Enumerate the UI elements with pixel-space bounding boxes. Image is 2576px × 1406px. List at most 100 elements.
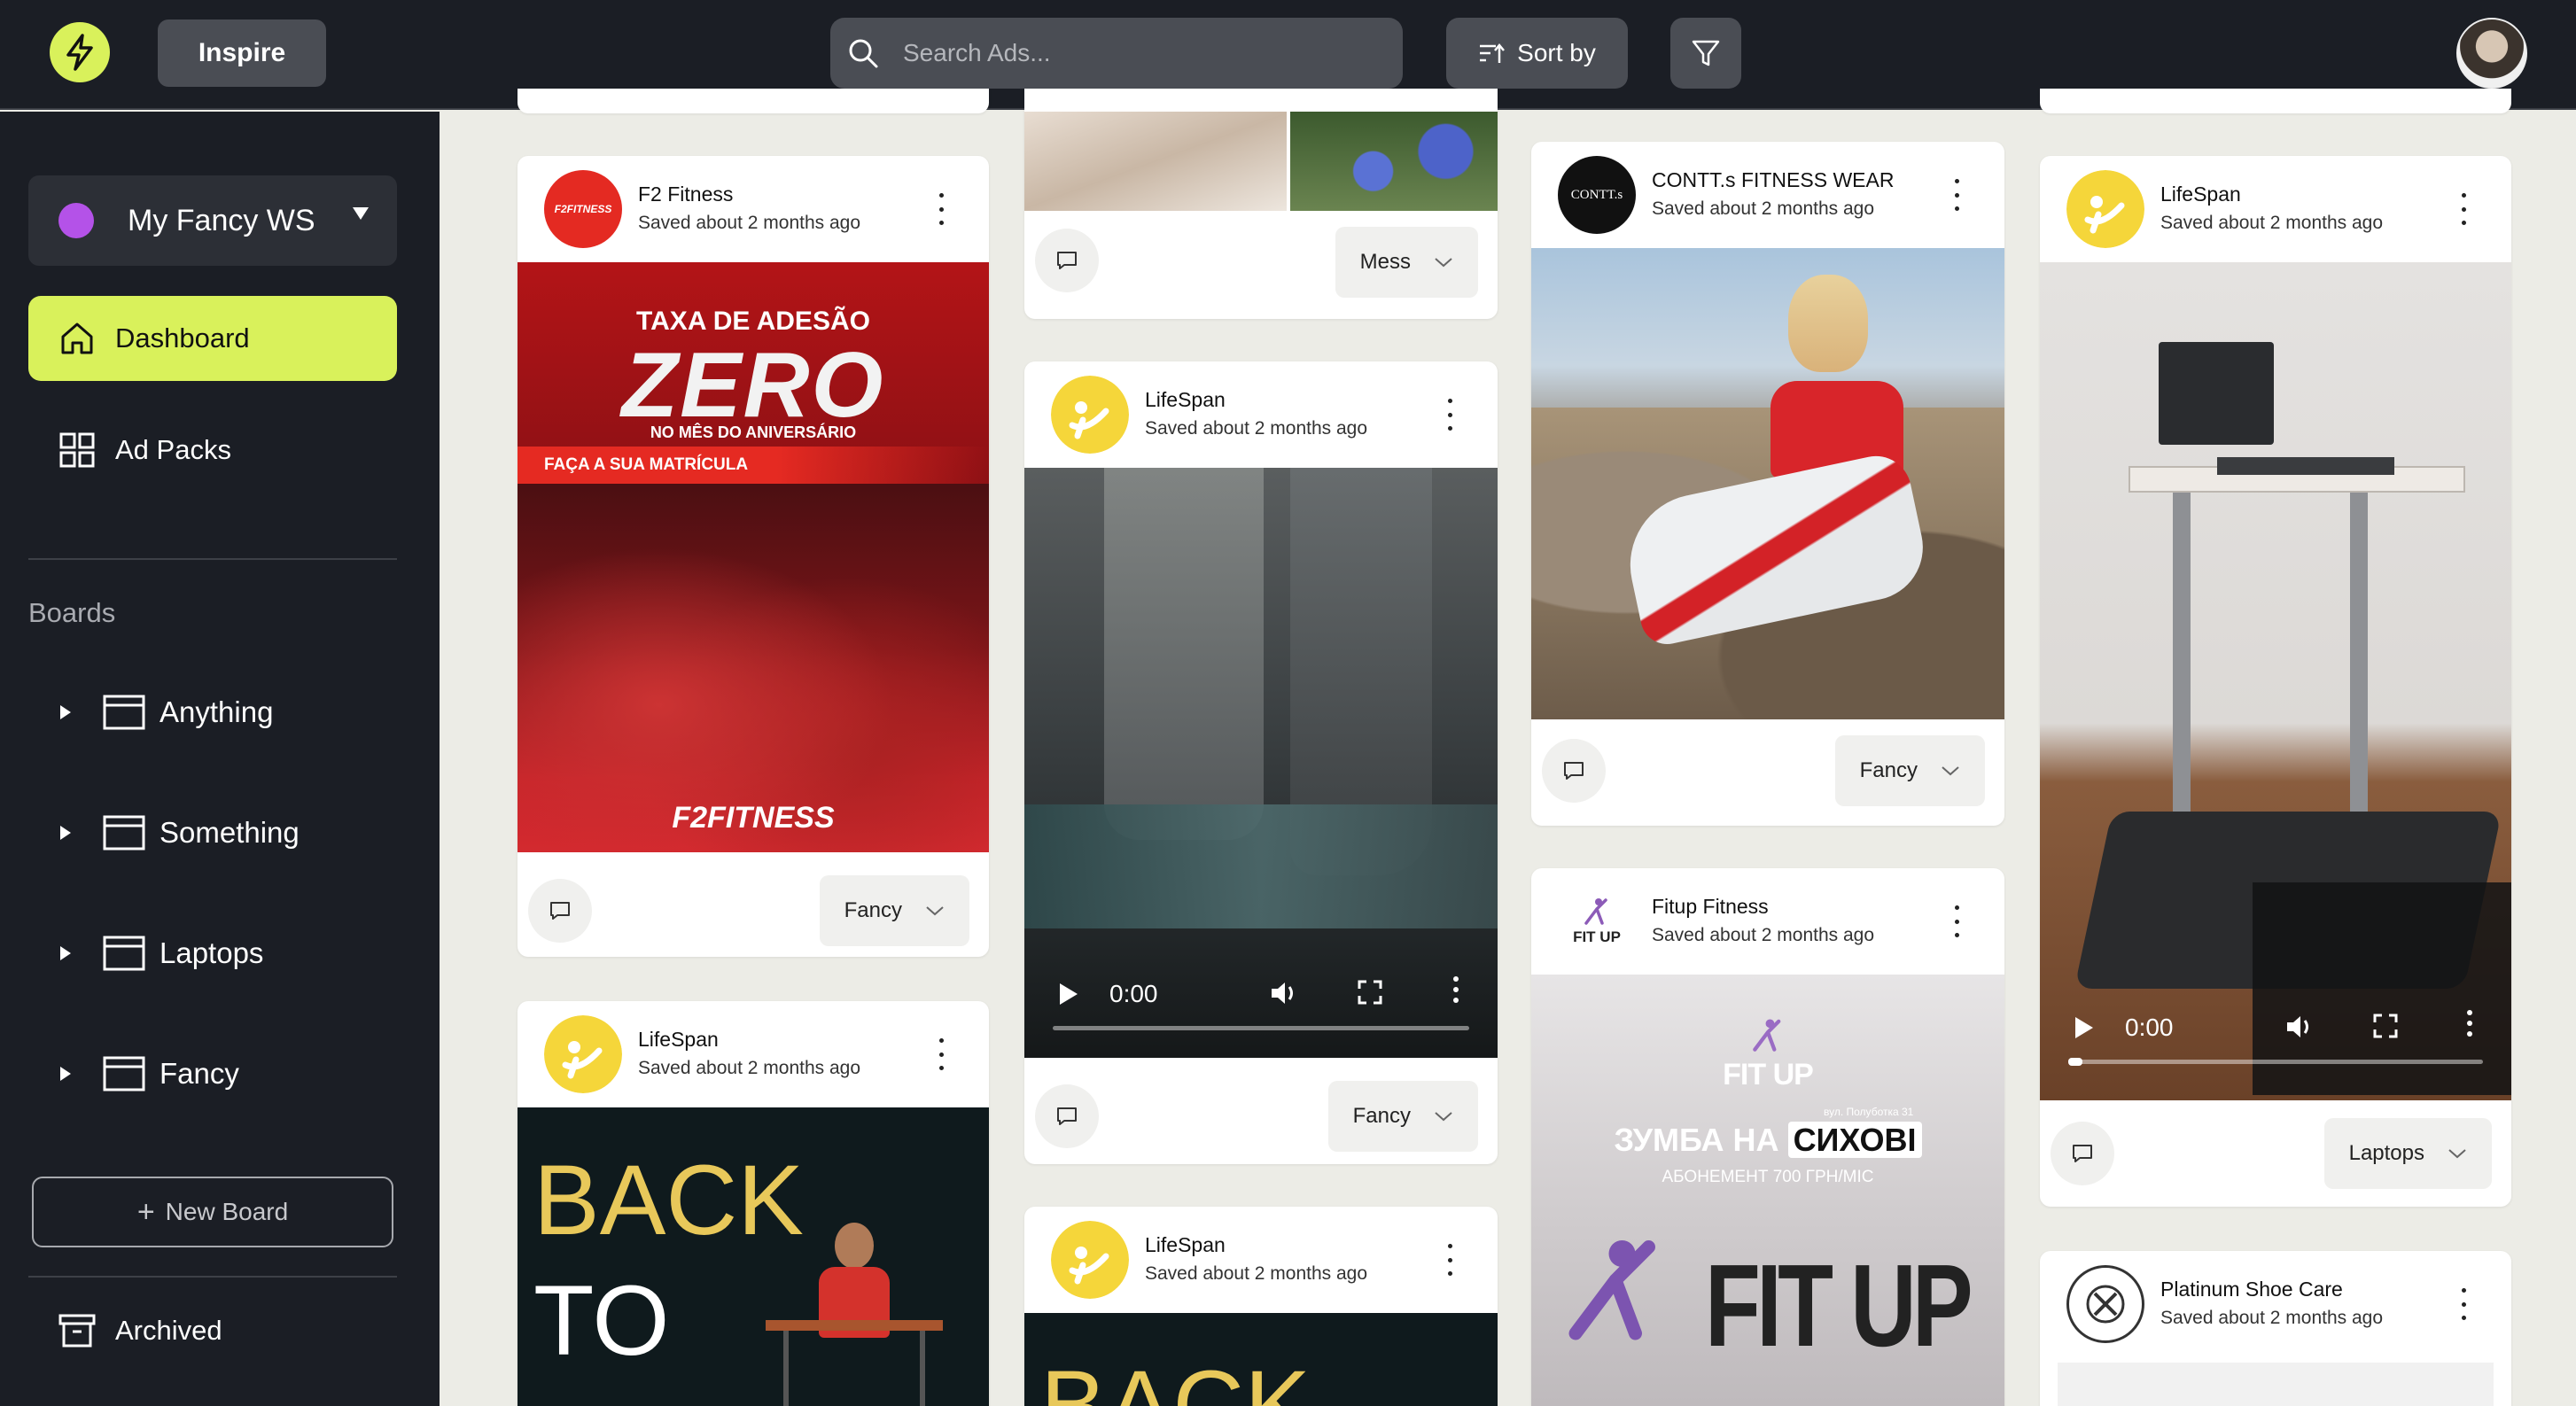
ad-card-lifespan-video[interactable]: LifeSpan Saved about 2 months ago 0:00 F… — [1024, 361, 1498, 1164]
board-select[interactable]: Fancy — [819, 875, 969, 946]
video-player[interactable]: 0:00 — [1024, 468, 1498, 1058]
ad-card-contt-fitness-wear[interactable]: CONTT.s CONTT.s FITNESS WEAR Saved about… — [1531, 142, 2004, 826]
board-select[interactable]: Laptops — [2323, 1118, 2492, 1189]
ad-card-partial-mess[interactable]: Mess — [1024, 89, 1498, 319]
comment-button[interactable] — [528, 879, 592, 943]
brand-avatar[interactable]: FIT UP — [1558, 882, 1636, 960]
nav-archived[interactable]: Archived — [28, 1304, 222, 1357]
filter-button[interactable] — [1670, 18, 1741, 89]
comment-button[interactable] — [1035, 229, 1099, 292]
volume-icon[interactable] — [1269, 978, 1301, 1008]
board-select[interactable]: Fancy — [1834, 735, 1985, 806]
app-logo[interactable] — [50, 22, 110, 82]
board-select[interactable]: Mess — [1335, 227, 1478, 298]
expand-icon[interactable] — [60, 826, 71, 840]
lifespan-logo-icon — [544, 1015, 622, 1093]
sidebar-board-laptops[interactable]: Laptops — [60, 927, 397, 980]
brand-name[interactable]: LifeSpan — [2160, 183, 2241, 206]
video-time: 0:00 — [2125, 1014, 2174, 1041]
comment-button[interactable] — [1542, 739, 1606, 803]
comment-button[interactable] — [1035, 1084, 1099, 1148]
archive-icon — [58, 1314, 96, 1348]
board-label: Laptops — [160, 936, 264, 969]
saved-time: Saved about 2 months ago — [1145, 1263, 1368, 1284]
saved-time: Saved about 2 months ago — [1652, 925, 1875, 945]
workspace-selector[interactable]: My Fancy WS — [28, 175, 397, 266]
comment-icon — [1564, 762, 1584, 780]
brand-avatar[interactable] — [2066, 1265, 2144, 1343]
board-select[interactable]: Fancy — [1327, 1081, 1478, 1152]
expand-icon[interactable] — [60, 946, 71, 960]
sidebar-board-fancy[interactable]: Fancy — [60, 1047, 397, 1100]
brand-name[interactable]: LifeSpan — [638, 1028, 719, 1052]
brand-name[interactable]: CONTT.s FITNESS WEAR — [1652, 168, 1894, 192]
inspire-button[interactable]: Inspire — [158, 19, 326, 87]
expand-icon[interactable] — [60, 705, 71, 719]
ad-card-lifespan[interactable]: LifeSpan Saved about 2 months ago BACK T… — [518, 1001, 989, 1406]
card-footer: Fancy — [518, 852, 989, 957]
ad-card-lifespan[interactable]: LifeSpan Saved about 2 months ago BACK — [1024, 1207, 1498, 1406]
ad-creative[interactable]: BACK TO — [518, 1107, 989, 1406]
video-more-icon[interactable] — [2467, 1010, 2472, 1037]
more-options-icon[interactable] — [1446, 1244, 1453, 1276]
expand-icon[interactable] — [60, 1067, 71, 1081]
ad-card-lifespan-video[interactable]: LifeSpan Saved about 2 months ago 0:00 L… — [2040, 156, 2511, 1207]
ad-card-partial[interactable] — [2040, 89, 2511, 113]
fullscreen-icon[interactable] — [1358, 980, 1382, 1005]
ad-creative[interactable] — [1024, 112, 1498, 211]
ad-card-fitup-fitness[interactable]: FIT UP Fitup Fitness Saved about 2 month… — [1531, 868, 2004, 1406]
sidebar-divider — [28, 558, 397, 560]
nav-dashboard[interactable]: Dashboard — [28, 296, 397, 381]
more-options-icon[interactable] — [938, 1038, 945, 1070]
user-avatar[interactable] — [2456, 18, 2527, 89]
ad-card-partial[interactable] — [518, 89, 989, 113]
brand-name[interactable]: Platinum Shoe Care — [2160, 1278, 2343, 1301]
ad-card-platinum-shoe-care[interactable]: Platinum Shoe Care Saved about 2 months … — [2040, 1251, 2511, 1406]
more-options-icon[interactable] — [2460, 1288, 2467, 1320]
more-options-icon[interactable] — [1953, 179, 1960, 211]
brand-avatar[interactable]: F2FITNESS — [544, 170, 622, 248]
grid-icon — [59, 432, 95, 468]
ad-creative[interactable]: TAXA DE ADESÃO ZERO NO MÊS DO ANIVERSÁRI… — [518, 262, 989, 852]
more-options-icon[interactable] — [938, 193, 945, 225]
board-select-value: Fancy — [844, 898, 902, 922]
saved-time: Saved about 2 months ago — [2160, 1308, 2384, 1328]
play-icon[interactable] — [1060, 983, 1078, 1005]
fullscreen-icon[interactable] — [2373, 1014, 2398, 1038]
sidebar-board-something[interactable]: Something — [60, 806, 397, 859]
more-options-icon[interactable] — [2460, 193, 2467, 225]
brand-name[interactable]: LifeSpan — [1145, 1233, 1226, 1257]
video-player[interactable]: 0:00 — [2040, 262, 2511, 1100]
volume-icon[interactable] — [2284, 1012, 2316, 1042]
ad-title: ЗУМБА НА СИХОВІ — [1531, 1122, 2004, 1159]
search-input[interactable] — [903, 39, 1364, 67]
new-board-button[interactable]: + New Board — [32, 1177, 393, 1247]
brand-avatar[interactable] — [2066, 170, 2144, 248]
comment-button[interactable] — [2051, 1122, 2114, 1185]
sort-button[interactable]: Sort by — [1446, 18, 1628, 89]
video-progress-bar[interactable] — [2068, 1058, 2483, 1066]
brand-name[interactable]: Fitup Fitness — [1652, 895, 1769, 919]
ad-creative[interactable] — [2058, 1363, 2494, 1406]
more-options-icon[interactable] — [1953, 905, 1960, 937]
brand-name[interactable]: F2 Fitness — [638, 183, 733, 206]
brand-name[interactable]: LifeSpan — [1145, 388, 1226, 412]
video-progress-bar[interactable] — [1053, 1026, 1469, 1030]
ad-big-text: FIT UP — [1705, 1240, 1973, 1371]
ad-creative[interactable]: BACK — [1024, 1313, 1498, 1406]
more-options-icon[interactable] — [1446, 399, 1453, 431]
ad-card-f2-fitness[interactable]: F2FITNESS F2 Fitness Saved about 2 month… — [518, 156, 989, 957]
search-bar[interactable] — [830, 18, 1403, 89]
ad-creative[interactable] — [1531, 248, 2004, 719]
play-icon[interactable] — [2075, 1017, 2093, 1038]
brand-avatar[interactable]: CONTT.s — [1558, 156, 1636, 234]
card-header: CONTT.s CONTT.s FITNESS WEAR Saved about… — [1531, 142, 2004, 248]
ad-creative[interactable]: FIT UP вул. Полуботка 31 ЗУМБА НА СИХОВІ… — [1531, 975, 2004, 1406]
sidebar-board-anything[interactable]: Anything — [60, 686, 397, 739]
nav-ad-packs[interactable]: Ad Packs — [28, 408, 397, 493]
video-more-icon[interactable] — [1453, 976, 1459, 1003]
brand-avatar[interactable] — [1051, 376, 1129, 454]
ad-photo — [518, 484, 989, 852]
brand-avatar[interactable] — [544, 1015, 622, 1093]
brand-avatar[interactable] — [1051, 1221, 1129, 1299]
